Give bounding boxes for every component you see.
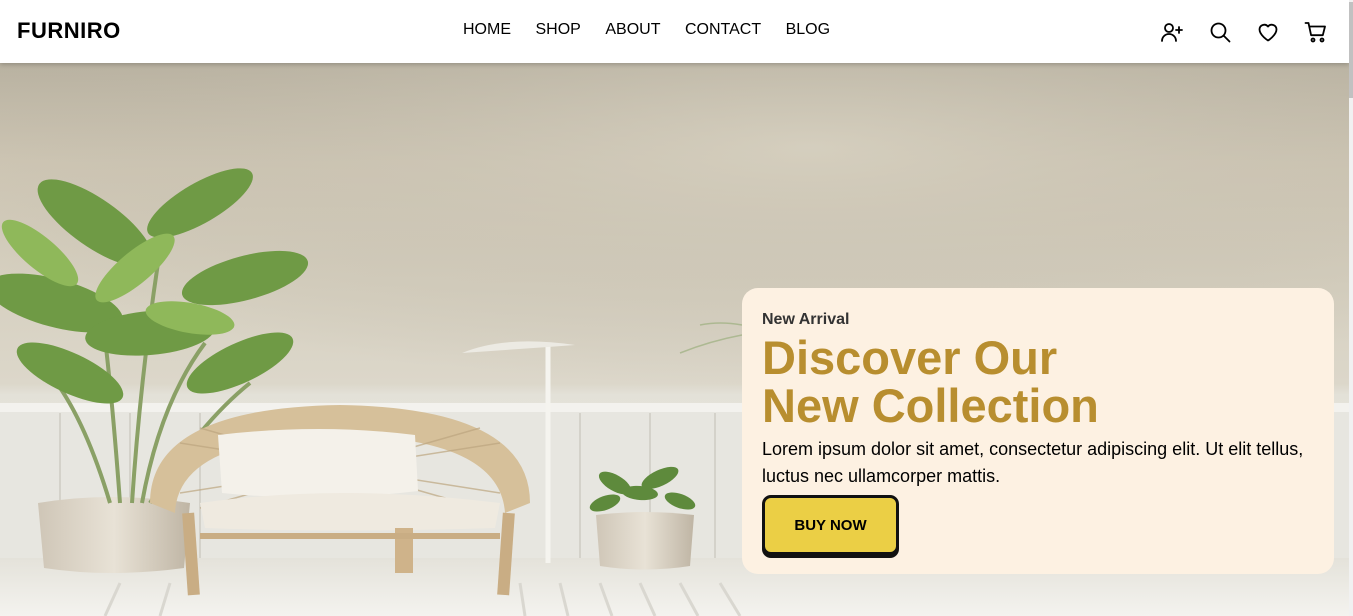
hero-title-line2: New Collection <box>762 379 1099 432</box>
page-scrollbar[interactable] <box>1349 0 1353 616</box>
heart-icon[interactable] <box>1255 19 1281 45</box>
site-header: FURNIRO HOME SHOP ABOUT CONTACT BLOG <box>0 0 1349 63</box>
cart-icon[interactable] <box>1303 19 1329 45</box>
hero-promo-card: New Arrival Discover Our New Collection … <box>742 288 1334 574</box>
add-user-icon[interactable] <box>1159 19 1185 45</box>
brand-logo[interactable]: FURNIRO <box>17 18 121 44</box>
nav-blog-link[interactable]: BLOG <box>786 21 830 39</box>
search-icon[interactable] <box>1207 19 1233 45</box>
scrollbar-thumb[interactable] <box>1349 2 1353 98</box>
nav-home-link[interactable]: HOME <box>463 21 511 39</box>
hero-eyebrow: New Arrival <box>762 311 850 328</box>
nav-about-link[interactable]: ABOUT <box>605 21 660 39</box>
main-nav: HOME SHOP ABOUT CONTACT BLOG <box>463 21 830 39</box>
hero-description: Lorem ipsum dolor sit amet, consectetur … <box>762 439 1304 486</box>
hero-section: New Arrival Discover Our New Collection … <box>0 63 1349 616</box>
header-icons <box>1159 19 1329 45</box>
nav-shop-link[interactable]: SHOP <box>536 21 581 39</box>
nav-contact-link[interactable]: CONTACT <box>685 21 761 39</box>
hero-title: Discover Our New Collection <box>762 334 1322 430</box>
hero-title-line1: Discover Our <box>762 331 1058 384</box>
buy-now-button[interactable]: BUY NOW <box>762 495 899 555</box>
